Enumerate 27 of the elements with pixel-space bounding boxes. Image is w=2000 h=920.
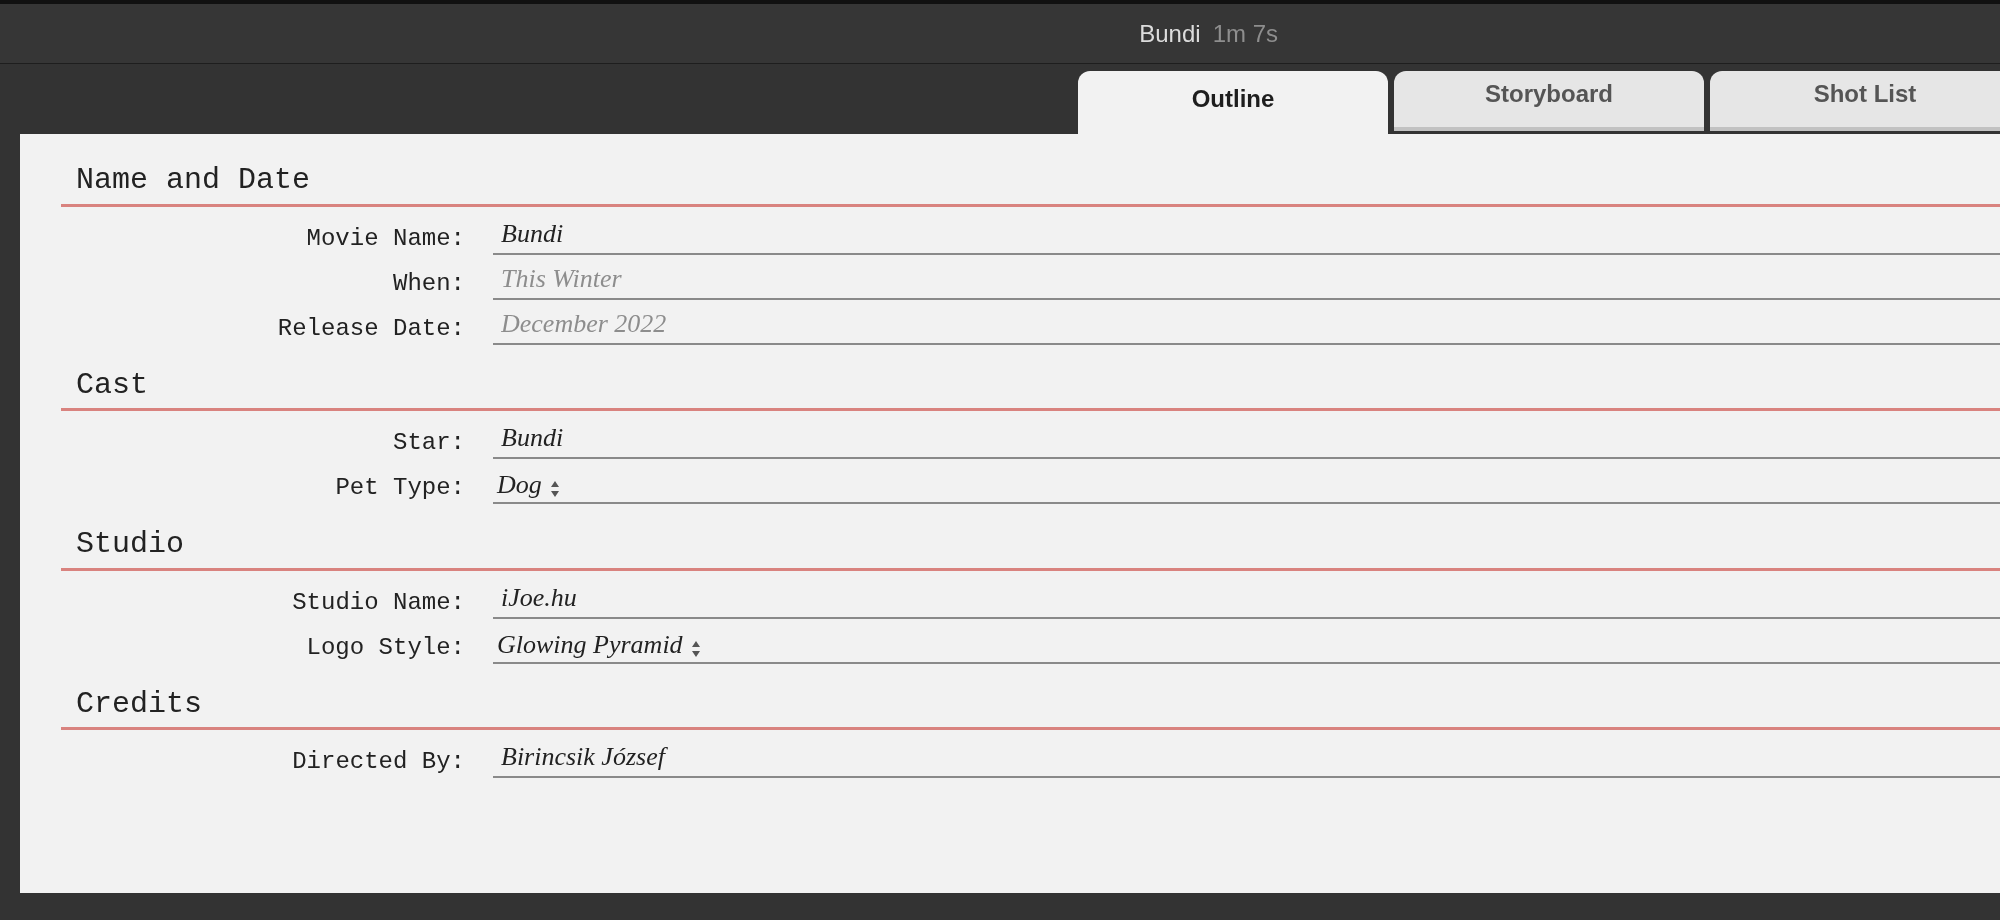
tab[interactable]: Storyboard [1394, 71, 1704, 131]
section-heading: Studio [61, 526, 2000, 571]
field-label: Studio Name: [291, 590, 465, 618]
field-label: Logo Style: [305, 635, 465, 663]
stepper-icon[interactable] [549, 480, 560, 498]
window-title: Bundi [1139, 18, 1201, 49]
section-heading: Name and Date [61, 162, 2000, 207]
text-field[interactable]: December 2022 [493, 308, 2000, 345]
duration: 1m 7s [1212, 18, 1278, 49]
field-label: Pet Type: [334, 476, 465, 503]
popup-menu[interactable]: Dog [493, 472, 2000, 504]
text-field[interactable]: Bundi [493, 218, 2000, 255]
section-heading: Credits [61, 685, 2000, 730]
stepper-icon[interactable] [690, 639, 701, 658]
field-label: Directed By: [291, 750, 465, 777]
popup-menu[interactable]: Glowing Pyramid [493, 631, 2000, 664]
field-label: Star: [392, 431, 465, 458]
field-label: When: [392, 271, 465, 299]
text-field[interactable]: Birincsik József [493, 742, 2000, 778]
field-label: Release Date: [276, 316, 465, 344]
tab[interactable]: Outline [1078, 71, 1388, 134]
text-field[interactable]: This Winter [493, 263, 2000, 300]
field-label: Movie Name: [305, 226, 465, 254]
text-field[interactable]: iJoe.hu [493, 582, 2000, 619]
section-heading: Cast [61, 366, 2000, 411]
text-field[interactable]: Bundi [493, 423, 2000, 459]
tab[interactable]: Shot List [1710, 71, 2000, 131]
